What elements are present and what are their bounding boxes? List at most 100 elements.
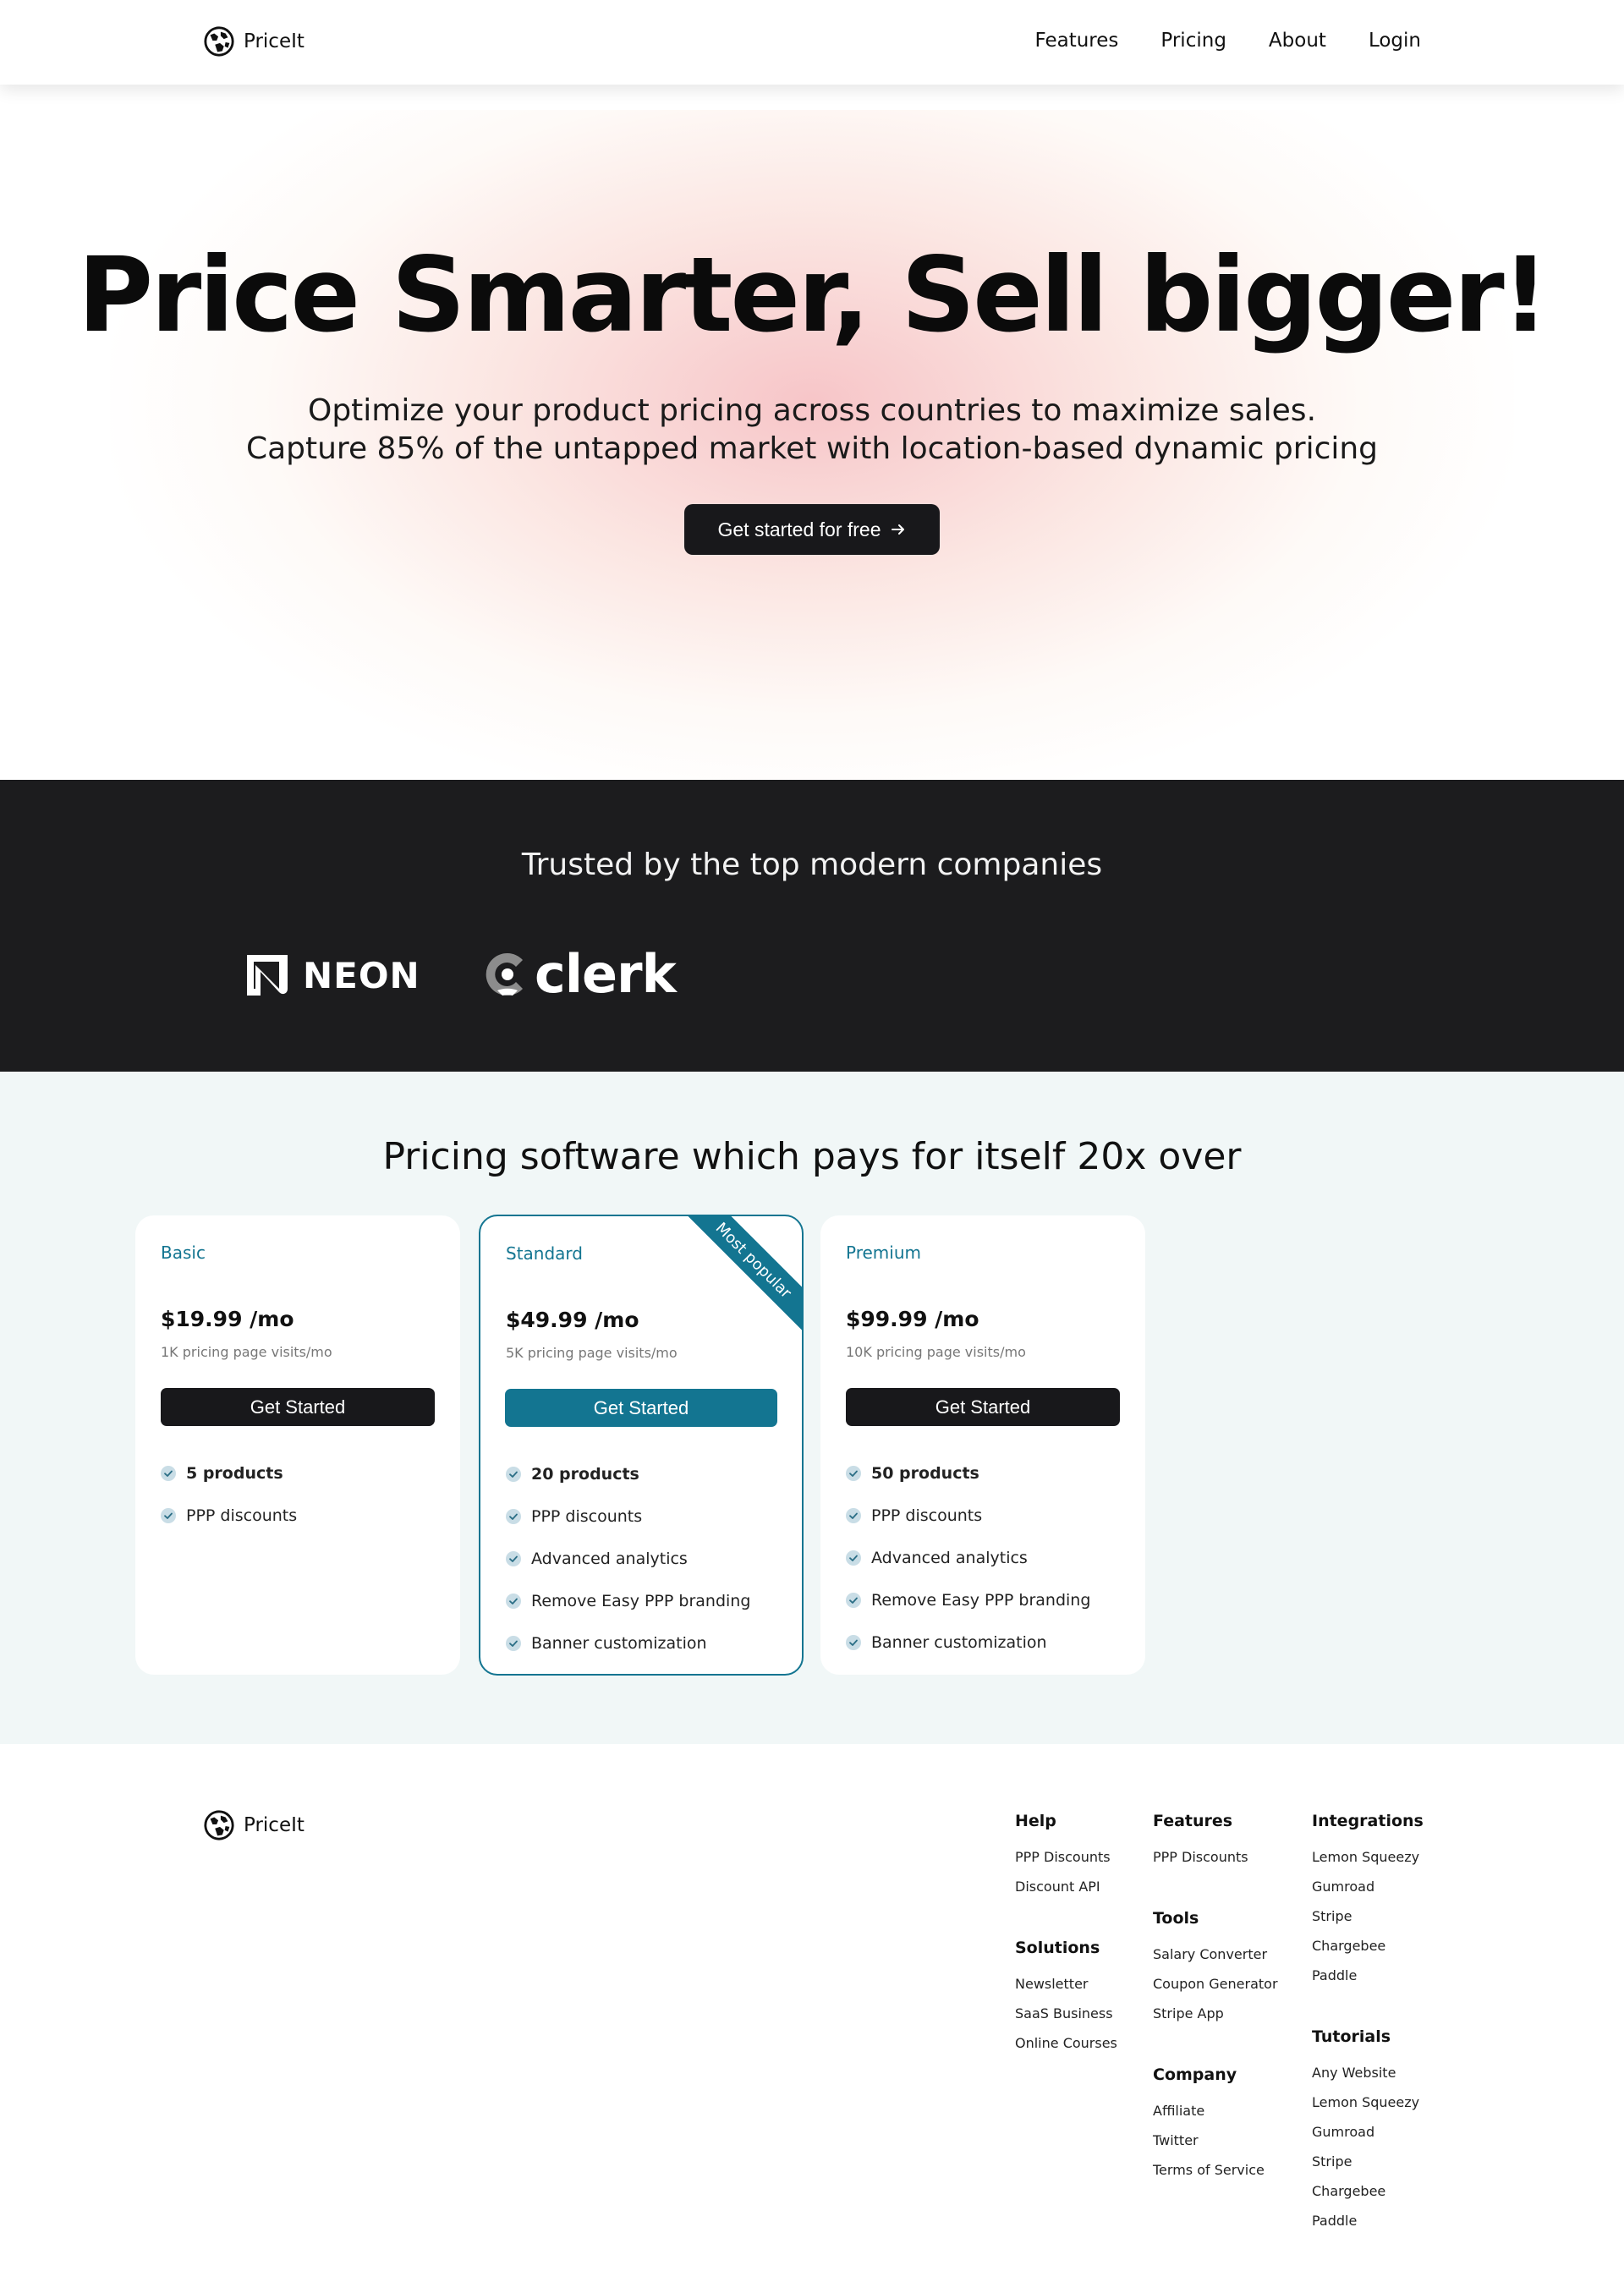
plan-visits: 1K pricing page visits/mo — [161, 1344, 332, 1360]
feature-item: 50 products — [846, 1452, 1090, 1495]
check-circle-icon — [506, 1551, 521, 1566]
footer-heading-features: Features — [1153, 1812, 1233, 1830]
feature-item: PPP discounts — [506, 1495, 750, 1538]
globe-logo-icon — [204, 26, 234, 57]
footer-link[interactable]: Newsletter — [1015, 1976, 1117, 2005]
feature-item: Remove Easy PPP branding — [846, 1579, 1090, 1621]
footer-heading-solutions: Solutions — [1015, 1939, 1100, 1957]
pricing-section: Pricing software which pays for itself 2… — [0, 1072, 1624, 1744]
feature-item: PPP discounts — [161, 1495, 297, 1537]
footer-link[interactable]: Discount API — [1015, 1879, 1111, 1908]
nav-features[interactable]: Features — [1034, 30, 1118, 52]
footer-heading-company: Company — [1153, 2065, 1237, 2084]
feature-text: PPP discounts — [186, 1506, 298, 1525]
footer-link[interactable]: Salary Converter — [1153, 1946, 1278, 1976]
hero-subtitle-line1: Optimize your product pricing across cou… — [307, 393, 1317, 428]
plan-price: $49.99 /mo — [506, 1308, 639, 1332]
feature-list: 5 products PPP discounts — [161, 1452, 297, 1537]
check-circle-icon — [506, 1467, 521, 1482]
check-circle-icon — [506, 1509, 521, 1524]
footer-link[interactable]: Stripe — [1312, 2153, 1419, 2183]
footer-link[interactable]: Chargebee — [1312, 1938, 1424, 1967]
feature-text: PPP discounts — [871, 1506, 983, 1525]
footer-link[interactable]: PPP Discounts — [1153, 1849, 1248, 1879]
footer-link[interactable]: PPP Discounts — [1015, 1849, 1111, 1879]
footer-link[interactable]: Paddle — [1312, 1967, 1424, 1997]
check-circle-icon — [506, 1594, 521, 1609]
plan-name: Standard — [506, 1243, 583, 1264]
footer-link[interactable]: Online Courses — [1015, 2035, 1117, 2065]
footer-col-tutorials: Tutorials Any Website Lemon Squeezy Gumr… — [1312, 2027, 1419, 2242]
feature-text: 5 products — [186, 1464, 283, 1483]
footer-link[interactable]: SaaS Business — [1015, 2005, 1117, 2035]
site-header: PriceIt Features Pricing About Login — [0, 0, 1624, 85]
footer-heading-help: Help — [1015, 1812, 1056, 1830]
check-circle-icon — [161, 1466, 176, 1481]
footer-col-features: Features PPP Discounts — [1153, 1812, 1248, 1879]
footer-link[interactable]: Twitter — [1153, 2132, 1265, 2162]
feature-list: 20 products PPP discounts Advanced analy… — [506, 1453, 750, 1665]
neon-wordmark: NEON — [303, 954, 420, 996]
footer-heading-tools: Tools — [1153, 1909, 1199, 1928]
plan-card-basic: Basic $19.99 /mo 1K pricing page visits/… — [135, 1215, 460, 1675]
footer-link[interactable]: Gumroad — [1312, 2124, 1419, 2153]
footer-link[interactable]: Coupon Generator — [1153, 1976, 1278, 2005]
feature-text: 20 products — [531, 1465, 639, 1484]
check-circle-icon — [161, 1508, 176, 1523]
footer-brand[interactable]: PriceIt — [203, 1809, 304, 1841]
footer-link[interactable]: Lemon Squeezy — [1312, 2094, 1419, 2124]
footer-col-integrations: Integrations Lemon Squeezy Gumroad Strip… — [1312, 1812, 1424, 1997]
get-started-standard-button[interactable]: Get Started — [505, 1389, 777, 1427]
check-circle-icon — [506, 1636, 521, 1651]
plan-name: Premium — [846, 1242, 921, 1263]
feature-item: PPP discounts — [846, 1495, 1090, 1537]
footer-link[interactable]: Stripe — [1312, 1908, 1424, 1938]
feature-text: PPP discounts — [531, 1507, 643, 1526]
footer-link[interactable]: Paddle — [1312, 2213, 1419, 2242]
feature-item: Banner customization — [846, 1621, 1090, 1664]
feature-item: Advanced analytics — [506, 1538, 750, 1580]
brand[interactable]: PriceIt — [203, 25, 304, 58]
footer-heading-integrations: Integrations — [1312, 1812, 1424, 1830]
footer-link[interactable]: Affiliate — [1153, 2103, 1265, 2132]
hero-subtitle-line2: Capture 85% of the untapped market with … — [245, 431, 1379, 466]
pricing-heading: Pricing software which pays for itself 2… — [382, 1135, 1242, 1178]
neon-logo: NEON — [244, 952, 420, 999]
get-started-premium-button[interactable]: Get Started — [846, 1388, 1120, 1426]
footer-link[interactable]: Any Website — [1312, 2065, 1419, 2094]
footer-link[interactable]: Terms of Service — [1153, 2162, 1265, 2191]
clerk-mark-icon — [486, 952, 523, 996]
hero-title: Price Smarter, Sell bigger! — [77, 235, 1550, 355]
feature-text: Advanced analytics — [531, 1550, 688, 1568]
feature-text: Banner customization — [871, 1633, 1047, 1652]
nav-login[interactable]: Login — [1369, 30, 1421, 52]
neon-mark-icon — [247, 955, 288, 996]
footer-link[interactable]: Chargebee — [1312, 2183, 1419, 2213]
plan-visits: 5K pricing page visits/mo — [506, 1345, 678, 1361]
feature-text: Remove Easy PPP branding — [871, 1591, 1091, 1610]
footer-link[interactable]: Lemon Squeezy — [1312, 1849, 1424, 1879]
get-started-basic-button[interactable]: Get Started — [161, 1388, 435, 1426]
feature-text: Remove Easy PPP branding — [531, 1592, 751, 1610]
main-nav: Features Pricing About Login — [1034, 30, 1421, 52]
footer-link[interactable]: Gumroad — [1312, 1879, 1424, 1908]
check-circle-icon — [846, 1508, 861, 1523]
globe-logo-icon — [204, 1810, 234, 1840]
arrow-right-icon — [891, 524, 904, 535]
plan-price: $99.99 /mo — [846, 1307, 979, 1331]
feature-item: Advanced analytics — [846, 1537, 1090, 1579]
hero-section: Price Smarter, Sell bigger! Optimize you… — [0, 85, 1624, 780]
footer-link[interactable]: Stripe App — [1153, 2005, 1278, 2035]
nav-about[interactable]: About — [1269, 30, 1326, 52]
get-started-free-button[interactable]: Get started for free — [684, 504, 940, 555]
nav-pricing[interactable]: Pricing — [1160, 30, 1226, 52]
check-circle-icon — [846, 1466, 861, 1481]
feature-list: 50 products PPP discounts Advanced analy… — [846, 1452, 1090, 1664]
clerk-wordmark: clerk — [535, 943, 677, 1005]
site-footer: PriceIt Help PPP Discounts Discount API … — [0, 1744, 1624, 2271]
plan-card-standard: Most popular Standard $49.99 /mo 5K pric… — [479, 1215, 804, 1676]
footer-col-help: Help PPP Discounts Discount API — [1015, 1812, 1111, 1908]
ribbon-label: Most popular — [683, 1216, 802, 1334]
check-circle-icon — [846, 1550, 861, 1566]
footer-col-tools: Tools Salary Converter Coupon Generator … — [1153, 1909, 1278, 2035]
